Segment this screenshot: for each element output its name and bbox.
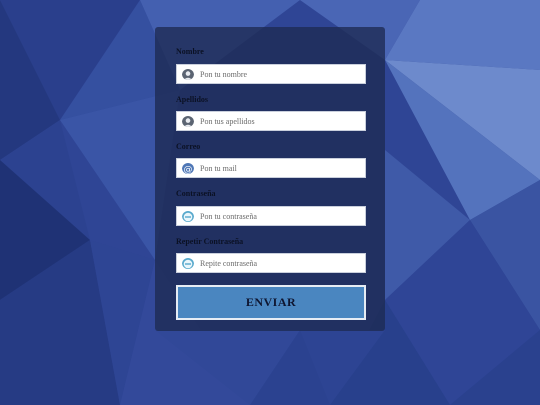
repetir-contrasena-field-box[interactable] (176, 253, 366, 273)
field-label-apellidos: Apellidos (176, 95, 209, 104)
at-sign-icon: @ (182, 162, 194, 174)
registration-form: Nombre Apellidos Correo @ Contraseña Rep… (155, 27, 385, 331)
nombre-input[interactable] (200, 65, 360, 83)
apellidos-input[interactable] (200, 112, 360, 130)
field-label-contrasena: Contraseña (176, 189, 216, 198)
nombre-field-box[interactable] (176, 64, 366, 84)
contrasena-input[interactable] (200, 207, 360, 225)
field-label-correo: Correo (176, 142, 201, 151)
correo-field-box[interactable]: @ (176, 158, 366, 178)
correo-input[interactable] (200, 159, 360, 177)
key-icon (182, 257, 194, 269)
apellidos-field-box[interactable] (176, 111, 366, 131)
field-label-repetir-contrasena: Repetir Contraseña (176, 237, 244, 246)
repetir-contrasena-input[interactable] (200, 254, 360, 272)
key-icon (182, 210, 194, 222)
user-icon (182, 68, 194, 80)
field-label-nombre: Nombre (176, 47, 204, 56)
enviar-button[interactable]: ENVIAR (176, 285, 366, 320)
svg-text:@: @ (184, 165, 193, 174)
contrasena-field-box[interactable] (176, 206, 366, 226)
user-icon (182, 115, 194, 127)
